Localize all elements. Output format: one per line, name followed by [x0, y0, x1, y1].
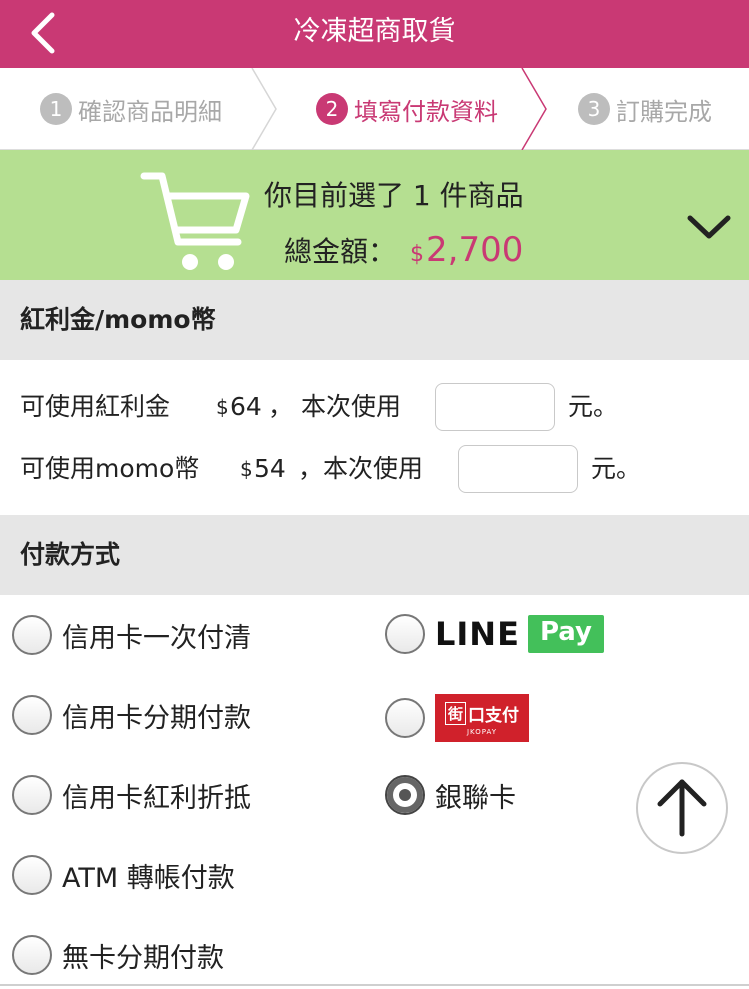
step-confirm-items: 1 確認商品明細: [40, 68, 222, 150]
radio-button[interactable]: [12, 615, 52, 655]
line-pay-badge: Pay: [527, 615, 604, 653]
jko-text: 口支付: [468, 705, 519, 726]
option-label: ATM 轉帳付款: [62, 862, 235, 894]
total-amount: 總金額： $ 2,700: [284, 230, 523, 270]
step-label: 填寫付款資料: [354, 97, 498, 126]
currency-symbol: $: [410, 242, 425, 267]
radio-button[interactable]: [12, 695, 52, 735]
jko-pay-logo: 街 口支付 JKOPAY: [435, 694, 529, 742]
section-title: 紅利金/momo幣: [20, 305, 216, 334]
total-label: 總金額：: [284, 235, 397, 268]
option-label: 銀聯卡: [435, 782, 516, 814]
step-number: 3: [578, 93, 610, 125]
line-pay-logo: LINE Pay: [435, 615, 604, 653]
pay-option-atm[interactable]: ATM 轉帳付款: [12, 855, 235, 895]
option-label: 信用卡分期付款: [62, 702, 251, 734]
step-number: 1: [40, 93, 72, 125]
pay-option-unionpay[interactable]: 銀聯卡: [385, 775, 516, 815]
option-label: 信用卡一次付清: [62, 622, 251, 654]
pay-option-credit-installment[interactable]: 信用卡分期付款: [12, 695, 251, 735]
option-label: 無卡分期付款: [62, 942, 224, 974]
momo-available: 54: [254, 454, 286, 483]
step-divider-icon: [521, 68, 547, 150]
shopping-cart-icon: [140, 172, 250, 270]
order-summary: 你目前選了 1 件商品 總金額： $ 2,700: [0, 150, 749, 280]
jko-subtitle: JKOPAY: [466, 727, 498, 736]
arrow-up-icon: [657, 779, 707, 837]
expand-summary-button[interactable]: [684, 208, 734, 248]
step-label: 確認商品明細: [78, 97, 222, 126]
bonus-available: 64: [230, 392, 262, 421]
bonus-unit: 元。: [568, 392, 619, 421]
momo-currency: $: [240, 457, 253, 481]
chevron-down-icon: [687, 215, 731, 239]
option-label: 信用卡紅利折抵: [62, 782, 251, 814]
checkout-steps: 1 確認商品明細 2 填寫付款資料 3 訂購完成: [0, 68, 749, 150]
momo-use-label: ，本次使用: [298, 454, 424, 483]
radio-button[interactable]: [385, 614, 425, 654]
bonus-use-label: ， 本次使用: [268, 392, 401, 421]
step-fill-payment: 2 填寫付款資料: [316, 68, 498, 150]
radio-button-selected[interactable]: [385, 775, 425, 815]
scroll-to-top-button[interactable]: [636, 762, 728, 854]
back-button[interactable]: [22, 8, 62, 58]
momo-coin-row: 可使用momo幣 $ 54 ，本次使用 元。: [0, 442, 749, 502]
bottom-divider: [0, 984, 749, 986]
jko-char: 街: [444, 701, 466, 725]
momo-unit: 元。: [591, 454, 642, 483]
step-divider-icon: [251, 68, 277, 150]
bonus-label: 可使用紅利金: [20, 392, 171, 421]
radio-button[interactable]: [385, 698, 425, 738]
app-header: 冷凍超商取貨: [0, 0, 749, 68]
bonus-points-row: 可使用紅利金 $ 64 ， 本次使用 元。: [0, 380, 749, 440]
payment-section-header: 付款方式: [0, 515, 749, 595]
section-title: 付款方式: [20, 540, 121, 569]
pay-option-credit-bonus[interactable]: 信用卡紅利折抵: [12, 775, 251, 815]
bonus-currency: $: [216, 395, 229, 419]
line-pay-word: LINE: [435, 615, 520, 653]
chevron-left-icon: [31, 12, 55, 54]
radio-button[interactable]: [12, 855, 52, 895]
pay-option-jko-pay[interactable]: 街 口支付 JKOPAY: [385, 694, 529, 742]
pay-option-line-pay[interactable]: LINE Pay: [385, 614, 604, 654]
pay-option-credit-full[interactable]: 信用卡一次付清: [12, 615, 251, 655]
total-value: 2,700: [426, 230, 524, 270]
step-complete: 3 訂購完成: [578, 68, 712, 150]
radio-button[interactable]: [12, 775, 52, 815]
momo-amount-input[interactable]: [458, 445, 578, 493]
bonus-amount-input[interactable]: [435, 383, 555, 431]
step-number: 2: [316, 93, 348, 125]
momo-label: 可使用momo幣: [20, 454, 200, 483]
step-label: 訂購完成: [616, 97, 712, 126]
radio-button[interactable]: [12, 935, 52, 975]
page-title: 冷凍超商取貨: [293, 16, 456, 47]
item-count-text: 你目前選了 1 件商品: [264, 179, 524, 212]
bonus-section-header: 紅利金/momo幣: [0, 280, 749, 360]
pay-option-cardless-installment[interactable]: 無卡分期付款: [12, 935, 224, 975]
